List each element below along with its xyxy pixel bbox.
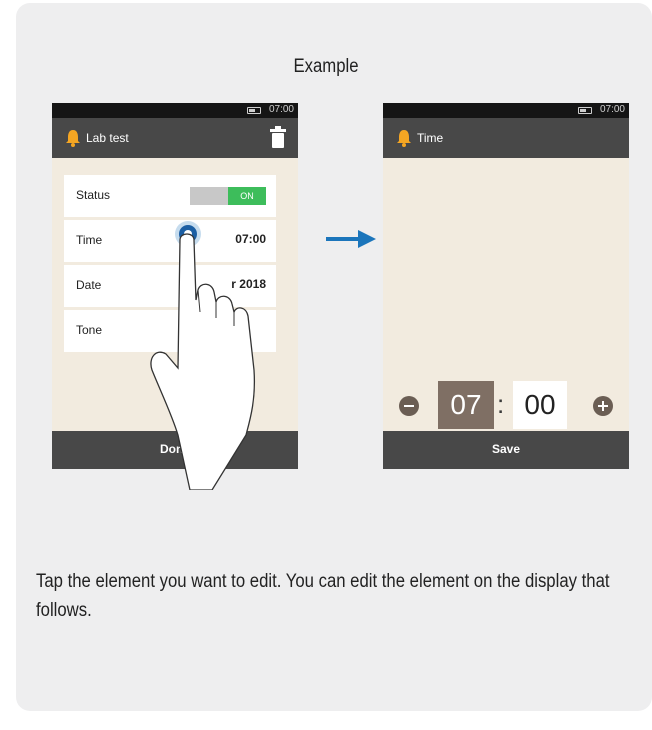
status-row[interactable]: Status ON bbox=[64, 175, 276, 217]
status-toggle[interactable]: ON bbox=[190, 187, 266, 205]
right-screen: 07:00 Time 07 : 00 Save bbox=[383, 103, 629, 469]
battery-icon bbox=[247, 107, 261, 114]
header-title: Time bbox=[417, 131, 444, 145]
status-bar: 07:00 bbox=[52, 103, 298, 118]
row-label: Tone bbox=[76, 323, 103, 337]
example-title: Example bbox=[293, 56, 359, 77]
toggle-on-label: ON bbox=[228, 187, 266, 205]
app-header: Time bbox=[383, 118, 629, 158]
time-separator: : bbox=[497, 389, 505, 419]
hand-pointer-icon bbox=[150, 221, 256, 490]
battery-icon bbox=[578, 107, 592, 114]
trash-icon[interactable] bbox=[270, 126, 286, 148]
app-header: Lab test bbox=[52, 118, 298, 158]
header-title: Lab test bbox=[86, 131, 129, 145]
arrow-right-icon bbox=[326, 230, 376, 248]
plus-icon[interactable] bbox=[593, 396, 613, 416]
status-time: 07:00 bbox=[599, 104, 625, 115]
row-label: Date bbox=[76, 278, 102, 292]
minus-icon[interactable] bbox=[399, 396, 419, 416]
hour-field[interactable]: 07 bbox=[438, 381, 494, 429]
minute-field[interactable]: 00 bbox=[513, 381, 567, 429]
save-button[interactable]: Save bbox=[383, 431, 629, 469]
instruction-text: Tap the element you want to edit. You ca… bbox=[36, 571, 610, 621]
status-time: 07:00 bbox=[268, 104, 294, 115]
status-bar: 07:00 bbox=[383, 103, 629, 118]
row-label: Status bbox=[76, 188, 111, 202]
row-label: Time bbox=[76, 233, 103, 247]
time-stepper: 07 : 00 bbox=[383, 381, 629, 431]
bell-icon bbox=[66, 130, 80, 147]
bell-icon bbox=[397, 130, 411, 147]
save-button-label: Save bbox=[491, 442, 521, 456]
